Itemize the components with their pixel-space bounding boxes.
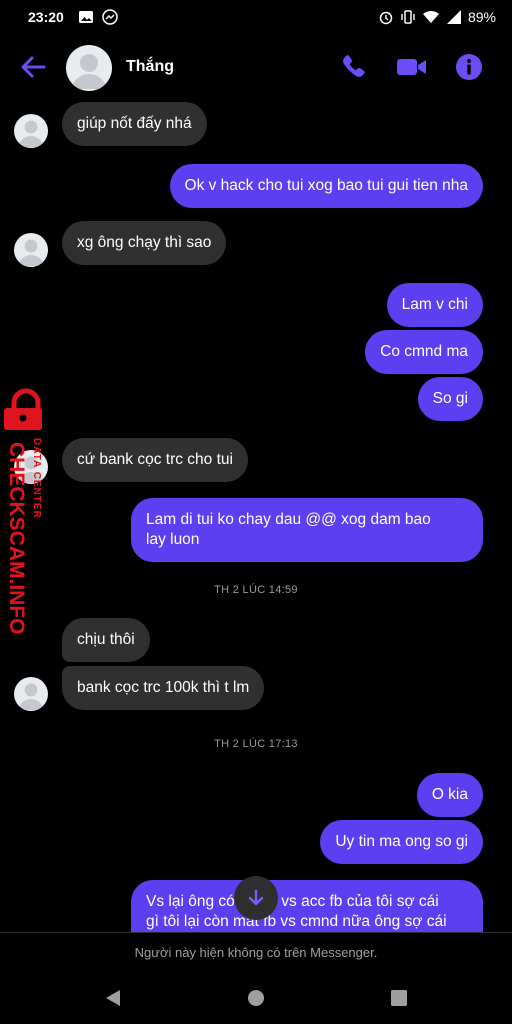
phone-call-icon[interactable] — [338, 52, 368, 82]
contact-avatar[interactable] — [66, 45, 112, 91]
message-line: Lam di tui ko chay dau @@ xog dam bao — [146, 511, 431, 528]
gallery-icon — [78, 11, 93, 23]
incoming-message[interactable]: cứ bank cọc trc cho tui — [62, 438, 248, 482]
contact-name[interactable]: Thắng — [126, 58, 174, 76]
outgoing-message[interactable]: Ok v hack cho tui xog bao tui gui tien n… — [169, 164, 483, 208]
incoming-message[interactable]: chịu thôi — [62, 618, 150, 662]
checkscam-watermark: CHECKSCAM.INFO DATA CENTER — [4, 388, 42, 635]
status-bar: 23:20 89% — [0, 0, 512, 34]
nav-home-icon[interactable] — [247, 989, 265, 1007]
outgoing-message[interactable]: Vs lại ông có cmnd vs acc fb của tôi sợ … — [131, 880, 483, 932]
incoming-message[interactable]: bank cọc trc 100k thì t lm — [62, 666, 265, 710]
contact-avatar-small[interactable] — [14, 233, 48, 267]
message-line: lay luon — [146, 531, 200, 548]
arrow-down-icon — [248, 889, 264, 906]
conversation-header: Thắng — [0, 34, 512, 100]
back-arrow-icon[interactable] — [18, 52, 48, 82]
system-navigation-bar — [0, 972, 512, 1024]
timestamp-divider: TH 2 LÚC 14:59 — [214, 584, 298, 596]
outgoing-message[interactable]: Uy tin ma ong so gi — [320, 820, 483, 864]
unavailable-notice: Người này hiện không có trên Messenger. — [0, 932, 512, 972]
nav-recents-icon[interactable] — [390, 989, 408, 1007]
incoming-message[interactable]: giúp nốt đấy nhá — [62, 102, 207, 146]
video-call-icon[interactable] — [396, 52, 428, 82]
message-line: gì tôi lại còn mất fb vs cmnd nữa ông sợ… — [146, 913, 447, 930]
messenger-screen: 23:20 89% Thắng giúp nốt đấy nhá Ok v ha… — [0, 0, 512, 1024]
wifi-icon — [422, 10, 439, 23]
incoming-message[interactable]: xg ông chạy thì sao — [62, 221, 227, 265]
outgoing-message[interactable]: O kia — [416, 773, 483, 817]
alarm-icon — [379, 11, 393, 25]
contact-avatar-small[interactable] — [14, 114, 48, 148]
contact-avatar-small[interactable] — [14, 677, 48, 711]
battery-level: 89% — [467, 9, 496, 25]
info-icon[interactable] — [454, 52, 484, 82]
status-right: 89% — [378, 9, 496, 25]
nav-back-icon[interactable] — [104, 989, 122, 1007]
messenger-icon — [102, 9, 118, 25]
watermark-brand: CHECKSCAM.INFO — [5, 442, 28, 635]
timestamp-divider: TH 2 LÚC 17:13 — [214, 738, 298, 750]
message-list[interactable]: giúp nốt đấy nhá Ok v hack cho tui xog b… — [0, 100, 512, 932]
watermark-sub: DATA CENTER — [31, 438, 42, 519]
outgoing-message[interactable]: Co cmnd ma — [365, 330, 483, 374]
vibrate-icon — [401, 10, 415, 24]
message-line: Vs lại ông có cmnd vs acc fb của tôi sợ … — [146, 893, 439, 910]
outgoing-message[interactable]: Lam v chi — [386, 283, 483, 327]
scroll-to-bottom-button[interactable] — [234, 876, 278, 920]
outgoing-message[interactable]: So gi — [417, 377, 483, 421]
signal-icon — [446, 10, 461, 24]
outgoing-message[interactable]: Lam di tui ko chay dau @@ xog dam bao la… — [131, 498, 483, 562]
status-time: 23:20 — [28, 9, 64, 25]
